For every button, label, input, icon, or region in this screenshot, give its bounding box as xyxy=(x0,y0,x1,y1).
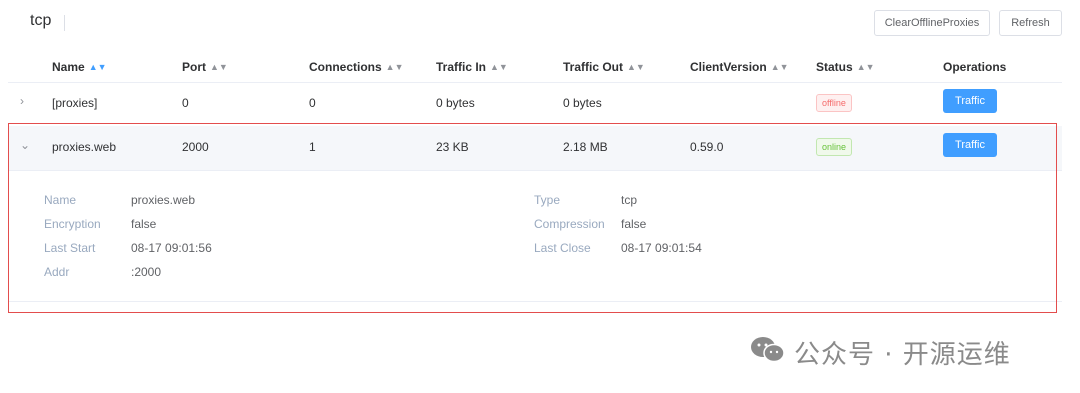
detail-encryption-value: false xyxy=(131,217,157,231)
chevron-right-icon[interactable]: › xyxy=(20,94,24,108)
detail-encryption-label: Encryption xyxy=(44,217,101,231)
column-header-traffic-out[interactable]: Traffic Out ▲▼ xyxy=(563,60,645,74)
column-header-name[interactable]: Name ▲▼ xyxy=(52,60,107,74)
column-header-status[interactable]: Status ▲▼ xyxy=(816,60,875,74)
traffic-button[interactable]: Traffic xyxy=(943,89,997,113)
chevron-down-icon[interactable]: ⌄ xyxy=(20,138,30,152)
sort-icon[interactable]: ▲▼ xyxy=(386,62,404,72)
page-title: tcp xyxy=(30,12,52,29)
status-badge: offline xyxy=(816,94,852,112)
proxy-connections: 1 xyxy=(309,140,316,154)
proxy-name: proxies.web xyxy=(52,140,117,154)
proxy-name: [proxies] xyxy=(52,96,98,110)
refresh-button[interactable]: Refresh xyxy=(999,10,1062,36)
sort-icon[interactable]: ▲▼ xyxy=(771,62,789,72)
sort-icon[interactable]: ▲▼ xyxy=(490,62,508,72)
detail-name-label: Name xyxy=(44,193,77,207)
proxy-traffic-out: 2.18 MB xyxy=(563,140,608,154)
table-row[interactable]: ⌄ proxies.web 2000 1 23 KB 2.18 MB 0.59.… xyxy=(8,126,1062,171)
detail-last-start-label: Last Start xyxy=(44,241,96,255)
proxy-port: 2000 xyxy=(182,140,209,154)
column-header-port[interactable]: Port ▲▼ xyxy=(182,60,228,74)
detail-last-close-label: Last Close xyxy=(534,241,591,255)
detail-compression-label: Compression xyxy=(534,217,605,231)
proxy-traffic-in: 23 KB xyxy=(436,140,469,154)
detail-compression-value: false xyxy=(621,217,647,231)
proxy-detail-panel: Name proxies.web Type tcp Encryption fal… xyxy=(8,171,1062,302)
column-header-client-version[interactable]: ClientVersion ▲▼ xyxy=(690,60,789,74)
sort-icon[interactable]: ▲▼ xyxy=(210,62,228,72)
detail-type-label: Type xyxy=(534,193,561,207)
table-row[interactable]: › [proxies] 0 0 0 bytes 0 bytes offline … xyxy=(8,82,1062,127)
detail-name-value: proxies.web xyxy=(131,193,196,207)
sort-icon[interactable]: ▲▼ xyxy=(627,62,645,72)
title-divider xyxy=(64,15,65,31)
watermark-text: 公众号 · 开源运维 xyxy=(794,340,1011,370)
status-badge: online xyxy=(816,138,853,156)
clear-offline-proxies-button[interactable]: ClearOfflineProxies xyxy=(874,10,990,36)
detail-addr-value: :2000 xyxy=(131,265,162,279)
detail-last-close-value: 08-17 09:01:54 xyxy=(621,241,702,255)
detail-last-start-value: 08-17 09:01:56 xyxy=(131,241,212,255)
proxy-connections: 0 xyxy=(309,96,316,110)
detail-type-value: tcp xyxy=(621,193,638,207)
table-header: Name ▲▼ Port ▲▼ Connections ▲▼ Traffic In ▲▼… xyxy=(8,54,1062,83)
column-header-operations: Operations xyxy=(943,60,1007,74)
sort-icon[interactable]: ▲▼ xyxy=(857,62,875,72)
column-header-traffic-in[interactable]: Traffic In ▲▼ xyxy=(436,60,508,74)
sort-icon[interactable]: ▲▼ xyxy=(89,62,107,72)
wechat-icon xyxy=(751,337,785,363)
traffic-button[interactable]: Traffic xyxy=(943,133,997,157)
column-header-connections[interactable]: Connections ▲▼ xyxy=(309,60,404,74)
proxy-traffic-in: 0 bytes xyxy=(436,96,475,110)
proxy-port: 0 xyxy=(182,96,189,110)
toolbar: tcp ClearOfflineProxies Refresh xyxy=(0,0,1080,46)
proxy-client-version: 0.59.0 xyxy=(690,140,724,154)
detail-addr-label: Addr xyxy=(44,265,70,279)
proxy-traffic-out: 0 bytes xyxy=(563,96,602,110)
